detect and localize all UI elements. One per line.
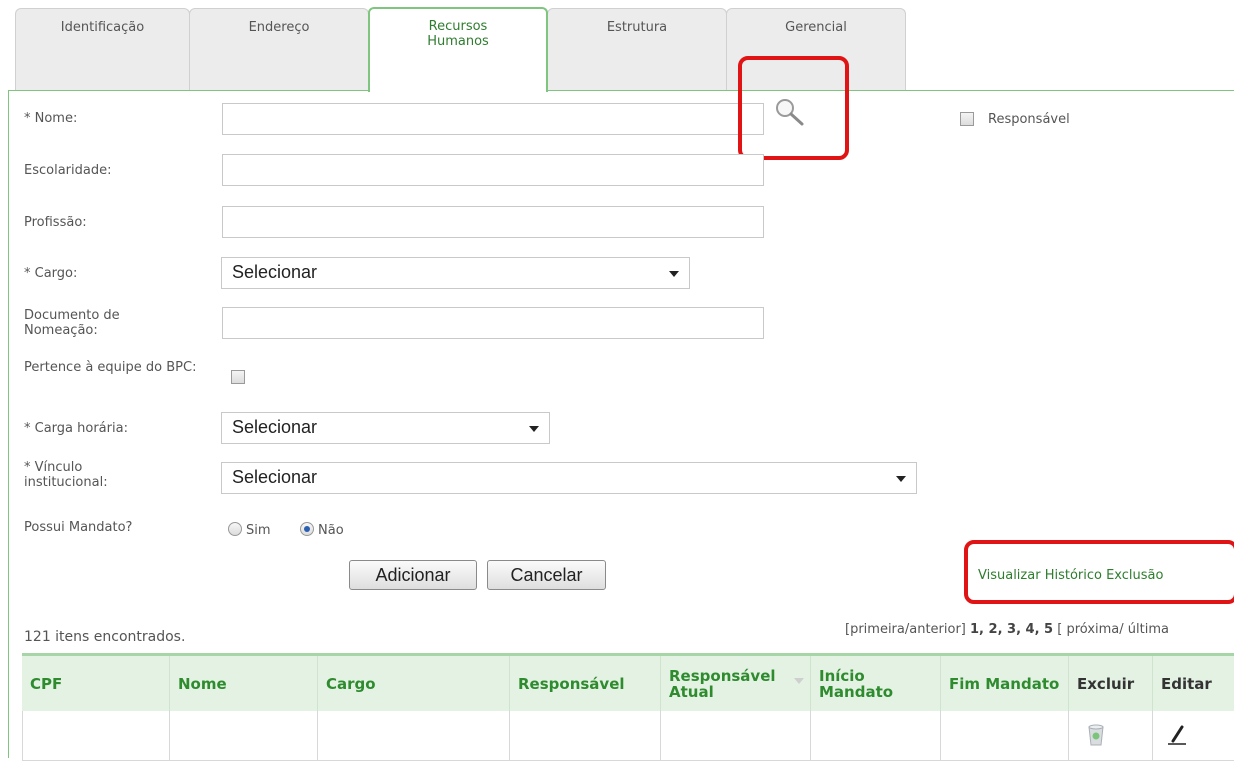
- adicionar-button[interactable]: Adicionar: [349, 560, 477, 590]
- col-responsavel-atual-label: Responsável Atual: [669, 666, 776, 701]
- mandato-sim-radio[interactable]: [228, 522, 242, 536]
- sort-icon: [794, 678, 804, 684]
- tab-estrutura[interactable]: Estrutura: [547, 8, 727, 90]
- nome-label: * Nome:: [24, 111, 78, 126]
- table-header: CPF Nome Cargo Responsável Responsável A…: [22, 653, 1234, 711]
- chevron-down-icon: [529, 426, 539, 432]
- col-responsavel-atual[interactable]: Responsável Atual: [661, 656, 811, 711]
- results-count: 121 itens encontrados.: [24, 629, 186, 645]
- escolaridade-input[interactable]: [222, 154, 764, 186]
- col-nome[interactable]: Nome: [170, 656, 318, 711]
- col-fim-mandato[interactable]: Fim Mandato: [941, 656, 1069, 711]
- cell-editar: [1153, 711, 1234, 761]
- cell-responsavel-atual: [661, 711, 811, 761]
- cargo-select[interactable]: Selecionar: [221, 257, 690, 289]
- cell-cpf: [22, 711, 170, 761]
- vinculo-label: * Vínculo institucional:: [24, 460, 108, 490]
- trash-icon[interactable]: [1086, 723, 1106, 751]
- pager-pages[interactable]: 1, 2, 3, 4, 5: [970, 622, 1053, 637]
- panel-border-left: [8, 90, 9, 758]
- panel-border: [8, 90, 1234, 91]
- pencil-icon[interactable]: [1165, 723, 1189, 751]
- col-inicio-mandato[interactable]: Início Mandato: [811, 656, 941, 711]
- vinculo-value: Selecionar: [232, 467, 318, 487]
- cell-fim-mandato: [941, 711, 1069, 761]
- pagination: [primeira/anterior] 1, 2, 3, 4, 5 [ próx…: [845, 622, 1169, 637]
- mandato-label: Possui Mandato?: [24, 520, 133, 535]
- pager-next[interactable]: [ próxima/ última: [1057, 622, 1169, 637]
- vinculo-select[interactable]: Selecionar: [221, 462, 917, 494]
- highlight-historico: [964, 540, 1234, 604]
- tab-label: Recursos Humanos: [427, 19, 489, 49]
- cell-responsavel: [510, 711, 661, 761]
- responsavel-label: Responsável: [988, 112, 1070, 127]
- responsavel-checkbox[interactable]: [960, 112, 974, 126]
- profissao-label: Profissão:: [24, 215, 87, 230]
- col-editar: Editar: [1161, 674, 1212, 693]
- cell-inicio-mandato: [811, 711, 941, 761]
- carga-value: Selecionar: [232, 417, 318, 437]
- mandato-sim-label: Sim: [246, 523, 271, 538]
- tab-label: Estrutura: [606, 20, 668, 35]
- chevron-down-icon: [669, 271, 679, 277]
- col-responsavel[interactable]: Responsável: [510, 656, 661, 711]
- cargo-label: * Cargo:: [24, 266, 78, 281]
- pager-prev[interactable]: [primeira/anterior]: [845, 622, 966, 637]
- col-cargo[interactable]: Cargo: [318, 656, 510, 711]
- tab-identificacao[interactable]: Identificação: [15, 8, 190, 90]
- nome-input[interactable]: [222, 103, 764, 135]
- carga-label: * Carga horária:: [24, 421, 128, 436]
- mandato-nao-label: Não: [318, 523, 344, 538]
- cell-cargo: [318, 711, 510, 761]
- col-cpf[interactable]: CPF: [22, 656, 170, 711]
- tab-label: Endereço: [248, 20, 310, 35]
- cancelar-button[interactable]: Cancelar: [487, 560, 606, 590]
- documento-input[interactable]: [222, 307, 764, 339]
- tab-label: Identificação: [60, 20, 145, 35]
- cargo-value: Selecionar: [232, 262, 318, 282]
- tab-label: Gerencial: [785, 20, 847, 35]
- cell-excluir: [1069, 711, 1153, 761]
- documento-label: Documento de Nomeação:: [24, 308, 120, 338]
- cell-nome: [170, 711, 318, 761]
- mandato-nao-radio[interactable]: [300, 522, 314, 536]
- chevron-down-icon: [896, 476, 906, 482]
- pertence-label: Pertence à equipe do BPC:: [24, 360, 197, 375]
- profissao-input[interactable]: [222, 206, 764, 238]
- carga-select[interactable]: Selecionar: [221, 412, 550, 444]
- tab-endereco[interactable]: Endereço: [189, 8, 369, 90]
- pertence-checkbox[interactable]: [231, 370, 245, 384]
- col-excluir: Excluir: [1069, 656, 1153, 711]
- tab-recursos-humanos[interactable]: Recursos Humanos: [368, 7, 548, 92]
- highlight-search: [738, 56, 849, 160]
- escolaridade-label: Escolaridade:: [24, 163, 112, 178]
